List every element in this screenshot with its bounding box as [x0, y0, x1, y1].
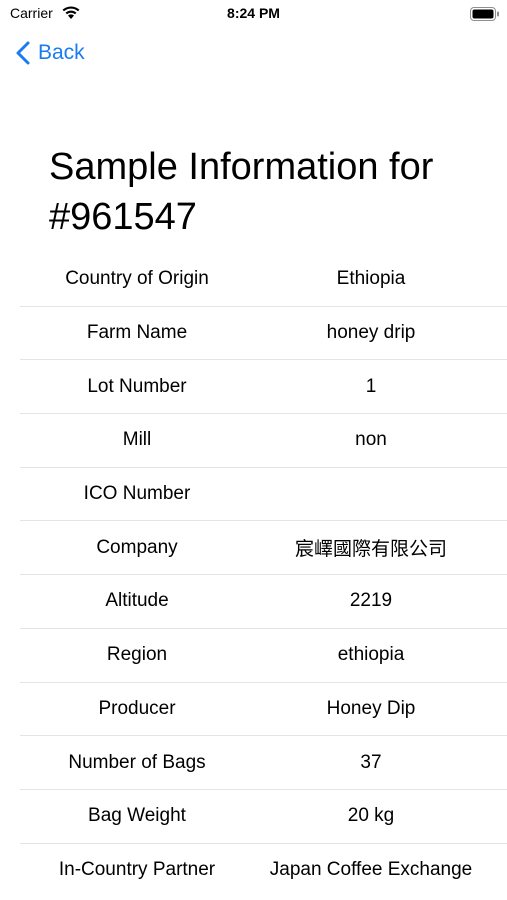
row-value: non [355, 429, 387, 451]
row-label: Region [106, 644, 168, 666]
row-label: Altitude [105, 590, 169, 612]
table-row: ICO Number [20, 468, 507, 522]
row-label: In-Country Partner [58, 859, 216, 881]
page-title: Sample Information for #961547 [49, 146, 434, 238]
clock: 8:24 PM [227, 5, 280, 21]
status-bar: Carrier 8:24 PM [0, 0, 507, 28]
table-row: Bag Weight 20 kg [20, 790, 507, 844]
row-label: Number of Bags [68, 751, 206, 773]
table-row: Mill non [20, 414, 507, 468]
table-row: Lot Number 1 [20, 360, 507, 415]
back-button[interactable]: Back [14, 38, 85, 68]
table-row: Altitude 2219 [20, 575, 507, 629]
sample-info-table: Country of Origin Ethiopia Farm Name honey … [20, 253, 507, 897]
table-row: Number of Bags 37 [20, 736, 507, 790]
row-label: Farm Name [86, 322, 188, 344]
row-value: Ethiopia [336, 268, 406, 290]
row-value: 2219 [349, 590, 393, 612]
chevron-left-icon [16, 41, 30, 65]
row-value: ethiopia [337, 644, 405, 666]
table-row: In-Country Partner Japan Coffee Exchange [20, 844, 507, 898]
table-row: Company 宸嶧國際有限公司 [20, 521, 507, 576]
row-value: 宸嶧國際有限公司 [294, 539, 447, 561]
row-label: Company [96, 536, 178, 558]
row-label: Producer [98, 697, 176, 719]
row-label: Bag Weight [88, 805, 186, 827]
row-label: Country of Origin [65, 268, 209, 290]
table-row: Farm Name honey drip [20, 307, 507, 361]
back-button-label: Back [38, 41, 85, 64]
navigation-bar: Back [0, 30, 507, 74]
table-row: Country of Origin Ethiopia [20, 253, 507, 307]
row-label: Mill [122, 429, 152, 451]
row-value: 37 [360, 751, 382, 773]
row-value: Japan Coffee Exchange [269, 859, 473, 881]
row-value: honey drip [326, 322, 416, 344]
table-row: Producer Honey Dip [20, 683, 507, 737]
row-label: Lot Number [87, 375, 187, 397]
row-label: ICO Number [83, 483, 191, 505]
row-value: Honey Dip [326, 697, 416, 719]
battery-icon [470, 7, 499, 21]
row-value: 20 kg [347, 805, 395, 827]
row-value: 1 [365, 375, 377, 397]
table-row: Region ethiopia [20, 629, 507, 683]
